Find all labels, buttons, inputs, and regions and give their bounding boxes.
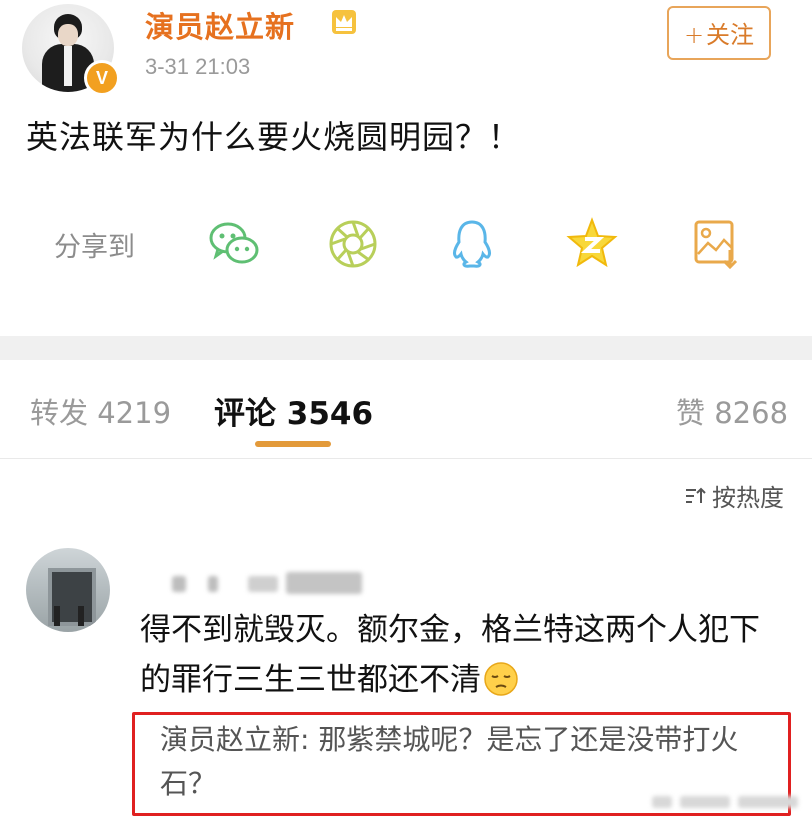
wechat-icon[interactable] — [206, 216, 262, 272]
sort-by-hot-button[interactable]: 按热度 — [684, 478, 784, 513]
verified-badge-icon: V — [84, 60, 120, 96]
follow-label: 关注 — [706, 21, 755, 49]
sort-label: 按热度 — [712, 484, 784, 512]
section-divider — [0, 336, 812, 360]
tab-divider — [0, 458, 812, 459]
save-image-icon[interactable] — [688, 216, 744, 272]
tab-likes[interactable]: 赞 8268 — [676, 390, 788, 432]
pensive-face-emoji — [484, 662, 518, 696]
tab-repost[interactable]: 转发 4219 — [30, 390, 171, 432]
post-text: 英法联军为什么要火烧圆明园？！ — [26, 118, 522, 156]
follow-button[interactable]: +关注 — [667, 6, 771, 60]
moments-icon[interactable] — [325, 216, 381, 272]
commenter-avatar[interactable] — [26, 548, 110, 632]
author-name[interactable]: 演员赵立新 — [145, 4, 295, 46]
qzone-icon[interactable] — [564, 216, 620, 272]
comment-body: 得不到就毁灭。额尔金，格兰特这两个人犯下的罪行三生三世都还不清 — [140, 612, 760, 698]
share-label: 分享到 — [54, 232, 135, 263]
plus-icon: + — [683, 21, 705, 49]
watermark — [646, 790, 812, 814]
sort-icon — [686, 487, 706, 503]
active-tab-indicator — [255, 441, 331, 447]
post-timestamp: 3-31 21:03 — [145, 54, 251, 79]
reply-author[interactable]: 演员赵立新: — [160, 723, 309, 756]
vip-crown-icon — [332, 10, 356, 34]
comment-text: 得不到就毁灭。额尔金，格兰特这两个人犯下的罪行三生三世都还不清 — [140, 605, 780, 705]
blurred-commenter-name[interactable] — [168, 568, 366, 600]
tab-comment[interactable]: 评论 3546 — [214, 388, 373, 433]
qq-icon[interactable] — [444, 216, 500, 272]
